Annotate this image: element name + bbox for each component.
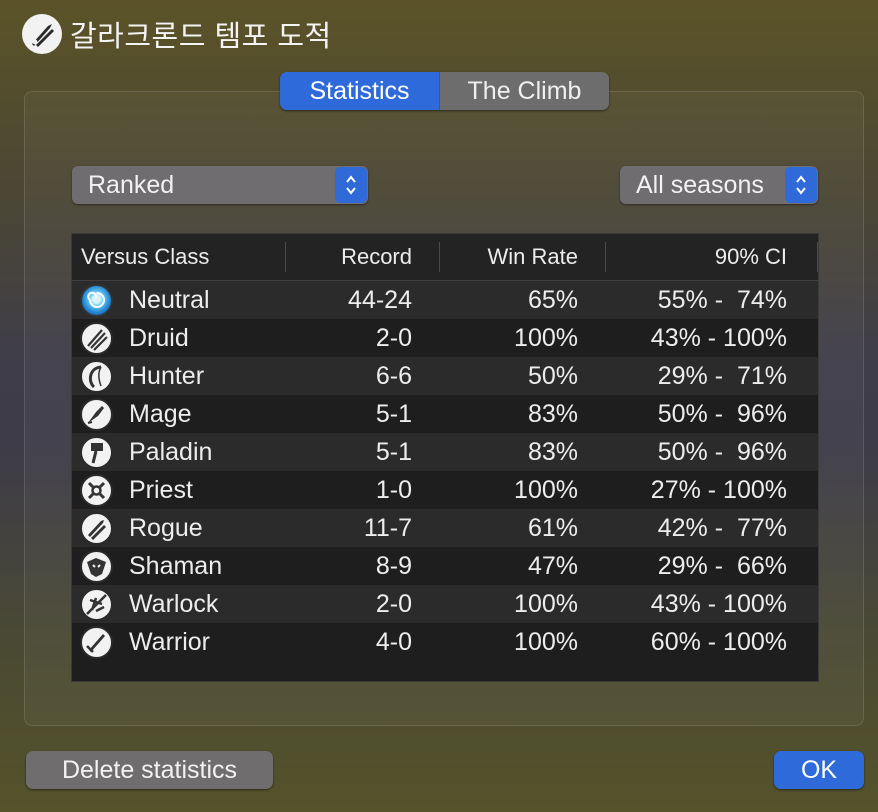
table-row[interactable]: Mage 5-1 83% 50% - 96% xyxy=(72,395,818,433)
table-row[interactable]: Shaman 8-9 47% 29% - 66% xyxy=(72,547,818,585)
hunter-icon xyxy=(80,359,113,393)
window-title: 갈라크론드 템포 도적 xyxy=(70,21,332,53)
season-select-value: All seasons xyxy=(636,170,764,199)
win-rate-cell: 100% xyxy=(514,627,578,656)
table-row[interactable]: Hunter 6-6 50% 29% - 71% xyxy=(72,357,818,395)
class-name: Priest xyxy=(129,475,193,504)
window-titlebar: 갈라크론드 템포 도적 xyxy=(22,12,332,56)
ci-cell: 60% - 100% xyxy=(650,627,787,656)
class-name: Hunter xyxy=(129,361,205,390)
rogue-class-icon xyxy=(22,14,62,54)
tab-the-climb[interactable]: The Climb xyxy=(439,72,609,110)
record-cell: 2-0 xyxy=(375,323,412,352)
record-cell: 8-9 xyxy=(375,551,412,580)
class-name: Shaman xyxy=(129,551,223,580)
record-cell: 5-1 xyxy=(375,399,412,428)
rogue-icon xyxy=(80,511,113,545)
class-name: Rogue xyxy=(129,513,203,542)
mage-icon xyxy=(80,397,113,431)
ci-cell: 43% - 100% xyxy=(650,589,787,618)
warlock-icon xyxy=(80,587,113,621)
ci-cell: 29% - 71% xyxy=(657,361,787,390)
updown-chevron-icon xyxy=(335,167,367,203)
win-rate-cell: 100% xyxy=(514,475,578,504)
mode-select[interactable]: Ranked xyxy=(72,166,368,204)
table-row[interactable]: Rogue 11-7 61% 42% - 77% xyxy=(72,509,818,547)
ci-cell: 50% - 96% xyxy=(657,399,787,428)
table-row[interactable]: Neutral 44-24 65% 55% - 74% xyxy=(72,281,818,319)
paladin-icon xyxy=(80,435,113,469)
view-tab-bar: Statistics The Climb xyxy=(280,72,609,110)
neutral-icon xyxy=(80,283,113,317)
table-row[interactable]: Paladin 5-1 83% 50% - 96% xyxy=(72,433,818,471)
win-rate-cell: 100% xyxy=(514,323,578,352)
class-name: Warrior xyxy=(129,627,211,656)
column-header-versus-class[interactable]: Versus Class xyxy=(72,234,286,280)
record-cell: 11-7 xyxy=(363,513,412,542)
win-rate-cell: 65% xyxy=(527,285,578,314)
record-cell: 6-6 xyxy=(375,361,412,390)
win-rate-cell: 83% xyxy=(527,399,578,428)
season-select[interactable]: All seasons xyxy=(620,166,818,204)
table-body: Neutral 44-24 65% 55% - 74% Druid 2-0 10… xyxy=(72,281,818,661)
win-rate-cell: 83% xyxy=(527,437,578,466)
record-cell: 5-1 xyxy=(375,437,412,466)
ci-cell: 29% - 66% xyxy=(657,551,787,580)
column-header-ci[interactable]: 90% CI xyxy=(606,234,818,280)
win-rate-cell: 100% xyxy=(514,589,578,618)
ci-cell: 27% - 100% xyxy=(650,475,787,504)
class-name: Warlock xyxy=(129,589,219,618)
column-header-record[interactable]: Record xyxy=(286,234,440,280)
record-cell: 1-0 xyxy=(375,475,412,504)
shaman-icon xyxy=(80,549,113,583)
table-row[interactable]: Priest 1-0 100% 27% - 100% xyxy=(72,471,818,509)
class-name: Paladin xyxy=(129,437,213,466)
class-name: Druid xyxy=(129,323,189,352)
ci-cell: 50% - 96% xyxy=(657,437,787,466)
tab-statistics[interactable]: Statistics xyxy=(280,72,439,110)
ok-button[interactable]: OK xyxy=(774,751,864,789)
class-name: Neutral xyxy=(129,285,210,314)
updown-chevron-icon xyxy=(785,167,817,203)
priest-icon xyxy=(80,473,113,507)
ci-cell: 42% - 77% xyxy=(657,513,787,542)
warrior-icon xyxy=(80,625,113,659)
druid-icon xyxy=(80,321,113,355)
ci-cell: 55% - 74% xyxy=(657,285,787,314)
win-rate-cell: 50% xyxy=(527,361,578,390)
table-row[interactable]: Warlock 2-0 100% 43% - 100% xyxy=(72,585,818,623)
record-cell: 44-24 xyxy=(348,285,412,314)
class-name: Mage xyxy=(129,399,192,428)
matchup-table[interactable]: Versus Class Record Win Rate 90% CI Neut… xyxy=(71,233,819,682)
mode-select-value: Ranked xyxy=(88,170,175,199)
record-cell: 2-0 xyxy=(375,589,412,618)
win-rate-cell: 47% xyxy=(527,551,578,580)
table-header: Versus Class Record Win Rate 90% CI xyxy=(72,234,818,281)
table-row[interactable]: Druid 2-0 100% 43% - 100% xyxy=(72,319,818,357)
table-row[interactable]: Warrior 4-0 100% 60% - 100% xyxy=(72,623,818,661)
delete-statistics-button[interactable]: Delete statistics xyxy=(26,751,273,789)
record-cell: 4-0 xyxy=(375,627,412,656)
ci-cell: 43% - 100% xyxy=(650,323,787,352)
column-header-win-rate[interactable]: Win Rate xyxy=(440,234,606,280)
win-rate-cell: 61% xyxy=(527,513,578,542)
